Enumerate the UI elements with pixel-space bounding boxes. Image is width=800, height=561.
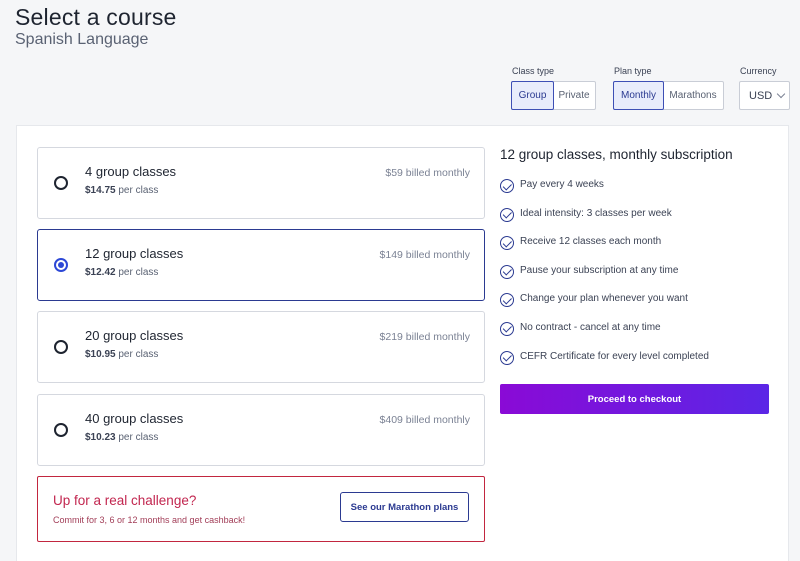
plan-radio[interactable]	[54, 423, 68, 437]
currency-filter: Currency USD	[739, 66, 790, 110]
class-type-toggle: Group Private	[511, 81, 596, 110]
check-circle-icon	[500, 321, 514, 336]
plan-name: 12 group classes	[85, 246, 184, 261]
benefit-item: Pay every 4 weeks	[500, 176, 709, 205]
plan-type-toggle: Monthly Marathons	[613, 81, 724, 110]
see-marathon-plans-button[interactable]: See our Marathon plans	[340, 492, 469, 522]
plan-name: 20 group classes	[85, 328, 184, 343]
plan-billing: $149 billed monthly	[379, 249, 470, 261]
plan-name: 4 group classes	[85, 164, 177, 179]
marathon-promo: Up for a real challenge? Commit for 3, 6…	[37, 476, 485, 542]
plan-billing: $219 billed monthly	[379, 331, 470, 343]
benefit-text: Ideal intensity: 3 classes per week	[520, 207, 672, 219]
plan-price: $12.42 per class	[85, 267, 158, 278]
plan-billing: $409 billed monthly	[379, 414, 470, 426]
currency-label: Currency	[740, 66, 777, 76]
plan-price-value: $10.23	[85, 432, 116, 443]
page-subtitle: Spanish Language	[15, 31, 149, 48]
class-type-filter: Class type Group Private	[511, 66, 596, 110]
proceed-to-checkout-button[interactable]: Proceed to checkout	[500, 384, 769, 414]
promo-title: Up for a real challenge?	[53, 493, 197, 508]
plan-type-marathons-button[interactable]: Marathons	[663, 82, 723, 109]
plan-price: $14.75 per class	[85, 185, 158, 196]
currency-value: USD	[749, 89, 773, 102]
class-type-private-button[interactable]: Private	[553, 82, 595, 109]
benefit-text: Pay every 4 weeks	[520, 179, 604, 190]
check-circle-icon	[500, 264, 514, 279]
plan-type-label: Plan type	[614, 66, 652, 76]
course-panel: 4 group classes $14.75 per class $59 bil…	[16, 125, 789, 561]
plan-price: $10.95 per class	[85, 349, 158, 360]
check-circle-icon	[500, 207, 514, 222]
plan-type-monthly-button[interactable]: Monthly	[613, 81, 664, 110]
plan-price-unit: per class	[118, 432, 159, 443]
benefit-text: CEFR Certificate for every level complet…	[520, 350, 709, 362]
promo-subtitle: Commit for 3, 6 or 12 months and get cas…	[53, 515, 246, 525]
plan-radio[interactable]	[54, 258, 68, 272]
plan-name: 40 group classes	[85, 411, 184, 426]
class-type-label: Class type	[512, 66, 555, 76]
plan-price-unit: per class	[118, 185, 159, 196]
plan-price-value: $14.75	[85, 185, 116, 196]
plan-card-20[interactable]: 20 group classes $10.95 per class $219 b…	[37, 311, 485, 383]
plan-radio[interactable]	[54, 340, 68, 354]
benefit-item: No contract - cancel at any time	[500, 319, 709, 348]
summary-title: 12 group classes, monthly subscription	[500, 147, 733, 162]
check-circle-icon	[500, 293, 514, 308]
plan-price-value: $10.95	[85, 349, 116, 360]
benefit-item: Change your plan whenever you want	[500, 290, 709, 319]
check-circle-icon	[500, 236, 514, 251]
class-type-group-button[interactable]: Group	[511, 81, 554, 110]
benefit-item: CEFR Certificate for every level complet…	[500, 348, 709, 377]
plan-billing: $59 billed monthly	[385, 167, 470, 179]
plan-price-unit: per class	[118, 349, 159, 360]
benefit-text: No contract - cancel at any time	[520, 321, 661, 333]
plan-type-filter: Plan type Monthly Marathons	[613, 66, 724, 110]
currency-select[interactable]: USD	[739, 81, 790, 110]
plan-price-value: $12.42	[85, 267, 116, 278]
benefit-item: Pause your subscription at any time	[500, 262, 709, 291]
benefit-text: Receive 12 classes each month	[520, 236, 662, 248]
plan-price: $10.23 per class	[85, 432, 158, 443]
page-title: Select a course	[15, 4, 177, 30]
benefits-list: Pay every 4 weeks Ideal intensity: 3 cla…	[500, 176, 709, 376]
plan-radio[interactable]	[54, 176, 68, 190]
chevron-down-icon	[776, 89, 786, 98]
benefit-text: Change your plan whenever you want	[520, 293, 688, 305]
benefit-text: Pause your subscription at any time	[520, 264, 679, 276]
benefit-item: Ideal intensity: 3 classes per week	[500, 205, 709, 234]
plan-card-4[interactable]: 4 group classes $14.75 per class $59 bil…	[37, 147, 485, 219]
benefit-item: Receive 12 classes each month	[500, 233, 709, 262]
check-circle-icon	[500, 179, 514, 193]
check-circle-icon	[500, 350, 514, 365]
plan-price-unit: per class	[118, 267, 159, 278]
plan-card-40[interactable]: 40 group classes $10.23 per class $409 b…	[37, 394, 485, 466]
plan-card-12[interactable]: 12 group classes $12.42 per class $149 b…	[37, 229, 485, 301]
